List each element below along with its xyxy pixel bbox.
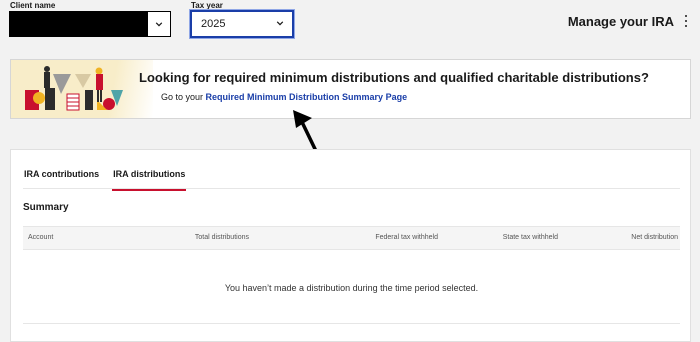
chevron-down-icon bbox=[276, 19, 284, 27]
banner-title: Looking for required minimum distributio… bbox=[139, 70, 649, 85]
client-name-label: Client name bbox=[10, 1, 56, 10]
summary-heading: Summary bbox=[23, 202, 69, 213]
column-header-account: Account bbox=[28, 234, 54, 241]
column-header-federal-tax-withheld: Federal tax withheld bbox=[375, 234, 438, 241]
chevron-down-icon[interactable] bbox=[147, 12, 170, 36]
tax-year-value: 2025 bbox=[201, 18, 226, 30]
top-bar: Client name Tax year 2025 Manage your IR… bbox=[0, 0, 700, 50]
tab-bar: IRA contributions IRA distributions bbox=[23, 169, 198, 191]
tax-year-select[interactable]: 2025 bbox=[189, 9, 295, 39]
tab-ira-contributions[interactable]: IRA contributions bbox=[23, 169, 100, 189]
distributions-card: IRA contributions IRA distributions Summ… bbox=[10, 149, 691, 342]
column-header-state-tax-withheld: State tax withheld bbox=[502, 234, 558, 241]
banner-illustration bbox=[11, 60, 153, 118]
column-header-total-distributions: Total distributions bbox=[194, 234, 249, 241]
rmd-summary-link[interactable]: Required Minimum Distribution Summary Pa… bbox=[206, 92, 408, 102]
tab-ira-distributions[interactable]: IRA distributions bbox=[112, 169, 187, 191]
client-name-select[interactable] bbox=[9, 11, 171, 37]
banner-prefix: Go to your bbox=[161, 92, 204, 102]
empty-state-message: You haven’t made a distribution during t… bbox=[224, 283, 479, 293]
page-title: Manage your IRA bbox=[567, 14, 674, 29]
rmd-banner: Looking for required minimum distributio… bbox=[10, 59, 691, 119]
table-bottom-divider bbox=[23, 323, 680, 324]
manage-ira-page: Client name Tax year 2025 Manage your IR… bbox=[0, 0, 700, 342]
column-header-net-distribution: Net distribution bbox=[631, 234, 678, 241]
tabs-divider bbox=[23, 188, 680, 189]
tax-year-label: Tax year bbox=[191, 1, 223, 10]
table-header: Account Total distributions Federal tax … bbox=[23, 226, 680, 250]
kebab-menu-icon[interactable] bbox=[684, 15, 688, 27]
banner-subtext: Go to your Required Minimum Distribution… bbox=[161, 92, 407, 102]
